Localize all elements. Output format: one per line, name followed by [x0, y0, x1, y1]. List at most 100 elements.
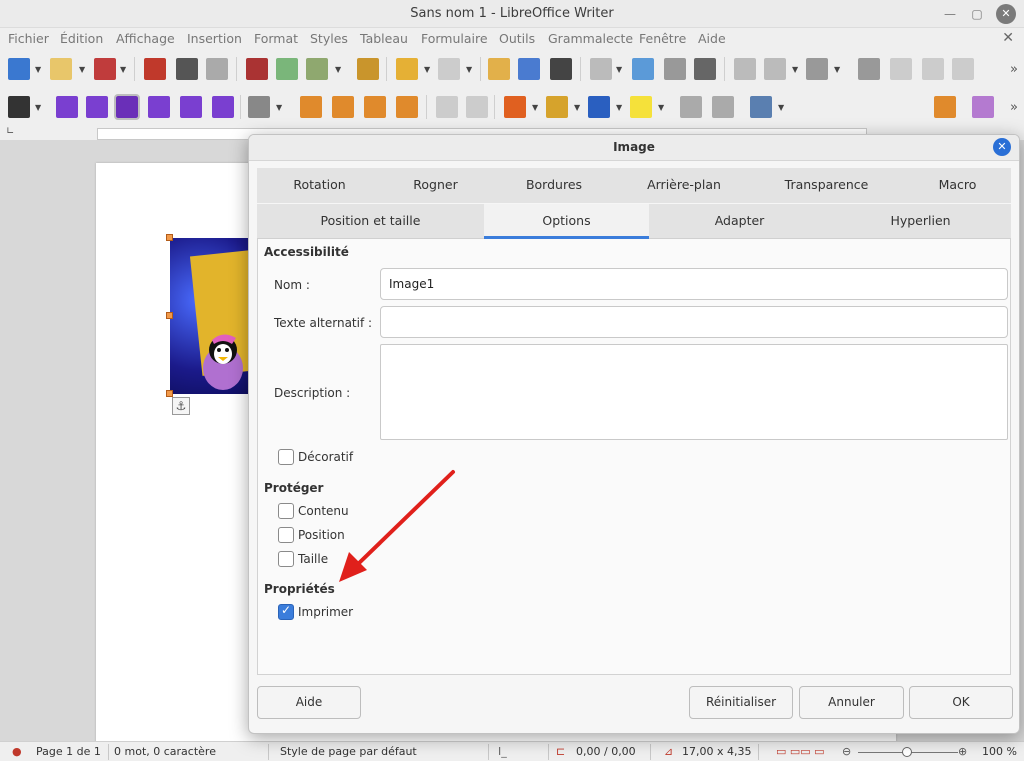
- protect-size-checkbox[interactable]: [278, 551, 294, 567]
- chevron-down-icon[interactable]: ▼: [35, 103, 41, 112]
- protect-content-checkbox[interactable]: [278, 503, 294, 519]
- more-tools-icon[interactable]: »: [1010, 62, 1018, 77]
- tab-arriere-plan[interactable]: Arrière-plan: [619, 168, 749, 203]
- back-one-icon[interactable]: [364, 96, 386, 118]
- special-character-icon[interactable]: [806, 58, 828, 80]
- align-objects-icon[interactable]: [248, 96, 270, 118]
- menu-grammalecte[interactable]: Grammalecte: [548, 31, 633, 46]
- chevron-down-icon[interactable]: ▼: [792, 65, 798, 74]
- print-preview-icon[interactable]: [206, 58, 228, 80]
- tab-options[interactable]: Options: [484, 204, 649, 239]
- to-background-icon[interactable]: [466, 96, 488, 118]
- transparency-icon[interactable]: [972, 96, 994, 118]
- send-to-back-icon[interactable]: [396, 96, 418, 118]
- borders-icon[interactable]: [504, 96, 526, 118]
- insert-mode-icon[interactable]: I_: [498, 745, 507, 758]
- wrap-ideal-icon[interactable]: [212, 96, 234, 118]
- decorative-checkbox-row[interactable]: Décoratif: [278, 449, 353, 467]
- clone-formatting-icon[interactable]: [357, 58, 379, 80]
- border-color-icon[interactable]: [546, 96, 568, 118]
- cancel-button[interactable]: Annuler: [799, 686, 904, 719]
- footnote-icon[interactable]: [890, 58, 912, 80]
- chevron-down-icon[interactable]: ▼: [79, 65, 85, 74]
- menu-format[interactable]: Format: [254, 31, 298, 46]
- image-filter-icon[interactable]: [712, 96, 734, 118]
- insert-table-icon[interactable]: [590, 58, 612, 80]
- track-changes-icon[interactable]: [952, 58, 974, 80]
- menu-styles[interactable]: Styles: [310, 31, 348, 46]
- minimize-icon[interactable]: —: [940, 4, 960, 24]
- menu-tableau[interactable]: Tableau: [360, 31, 408, 46]
- open-folder-icon[interactable]: [50, 58, 72, 80]
- insert-textbox-icon[interactable]: [694, 58, 716, 80]
- wrap-off-icon[interactable]: [56, 96, 78, 118]
- close-document-icon[interactable]: ✕: [1002, 30, 1014, 46]
- description-textarea[interactable]: [380, 344, 1008, 440]
- help-button[interactable]: Aide: [257, 686, 361, 719]
- zoom-level[interactable]: 100 %: [982, 745, 1017, 758]
- tab-bordures[interactable]: Bordures: [489, 168, 619, 203]
- anchor-icon[interactable]: [8, 96, 30, 118]
- insert-list-icon[interactable]: [764, 58, 786, 80]
- chevron-down-icon[interactable]: ▼: [834, 65, 840, 74]
- crop-icon[interactable]: [934, 96, 956, 118]
- more-tools-icon[interactable]: »: [1010, 100, 1018, 115]
- copy-icon[interactable]: [276, 58, 298, 80]
- undo-icon[interactable]: [396, 58, 418, 80]
- reset-button[interactable]: Réinitialiser: [689, 686, 793, 719]
- chevron-down-icon[interactable]: ▼: [574, 103, 580, 112]
- menu-affichage[interactable]: Affichage: [116, 31, 175, 46]
- forward-one-icon[interactable]: [332, 96, 354, 118]
- print-checkbox-row[interactable]: Imprimer: [278, 603, 353, 622]
- print-checkbox[interactable]: [278, 603, 294, 620]
- chevron-down-icon[interactable]: ▼: [276, 103, 282, 112]
- menu-aide[interactable]: Aide: [698, 31, 726, 46]
- insert-image-icon[interactable]: [632, 58, 654, 80]
- chevron-down-icon[interactable]: ▼: [466, 65, 472, 74]
- protect-position-checkbox[interactable]: [278, 527, 294, 543]
- resize-handle[interactable]: [166, 234, 173, 241]
- print-icon[interactable]: [176, 58, 198, 80]
- bring-to-front-icon[interactable]: [300, 96, 322, 118]
- chevron-down-icon[interactable]: ▼: [616, 103, 622, 112]
- tab-rotation[interactable]: Rotation: [257, 168, 382, 203]
- export-pdf-icon[interactable]: [144, 58, 166, 80]
- save-icon[interactable]: [94, 58, 116, 80]
- alt-text-input[interactable]: [380, 306, 1008, 338]
- tab-rogner[interactable]: Rogner: [382, 168, 489, 203]
- wrap-right-icon[interactable]: [180, 96, 202, 118]
- menu-edition[interactable]: Édition: [60, 31, 103, 46]
- menu-fenetre[interactable]: Fenêtre: [639, 31, 686, 46]
- tab-macro[interactable]: Macro: [904, 168, 1011, 203]
- find-replace-icon[interactable]: [488, 58, 510, 80]
- border-style-icon[interactable]: [588, 96, 610, 118]
- chevron-down-icon[interactable]: ▼: [335, 65, 341, 74]
- resize-handle[interactable]: [166, 312, 173, 319]
- image-properties-icon[interactable]: [680, 96, 702, 118]
- new-document-icon[interactable]: [8, 58, 30, 80]
- wrap-left-icon[interactable]: [148, 96, 170, 118]
- tab-stop-icon[interactable]: ∟: [6, 126, 14, 137]
- comment-icon[interactable]: [922, 58, 944, 80]
- maximize-icon[interactable]: ▢: [967, 4, 987, 24]
- paste-icon[interactable]: [306, 58, 328, 80]
- wrap-through-icon[interactable]: [114, 94, 140, 120]
- zoom-slider-knob[interactable]: [902, 747, 912, 757]
- word-count[interactable]: 0 mot, 0 caractère: [114, 745, 216, 758]
- anchor-icon[interactable]: ⚓: [172, 397, 190, 415]
- tab-transparence[interactable]: Transparence: [749, 168, 904, 203]
- tab-hyperlien[interactable]: Hyperlien: [830, 204, 1011, 239]
- ok-button[interactable]: OK: [909, 686, 1013, 719]
- redo-icon[interactable]: [438, 58, 460, 80]
- page-count[interactable]: Page 1 de 1: [36, 745, 101, 758]
- chevron-down-icon[interactable]: ▼: [658, 103, 664, 112]
- image-mode-icon[interactable]: [750, 96, 772, 118]
- chevron-down-icon[interactable]: ▼: [778, 103, 784, 112]
- resize-handle[interactable]: [166, 390, 173, 397]
- tab-adapter[interactable]: Adapter: [649, 204, 830, 239]
- chevron-down-icon[interactable]: ▼: [532, 103, 538, 112]
- digital-signature-icon[interactable]: ●: [12, 745, 22, 758]
- wrap-page-icon[interactable]: [86, 96, 108, 118]
- to-foreground-icon[interactable]: [436, 96, 458, 118]
- menu-outils[interactable]: Outils: [499, 31, 535, 46]
